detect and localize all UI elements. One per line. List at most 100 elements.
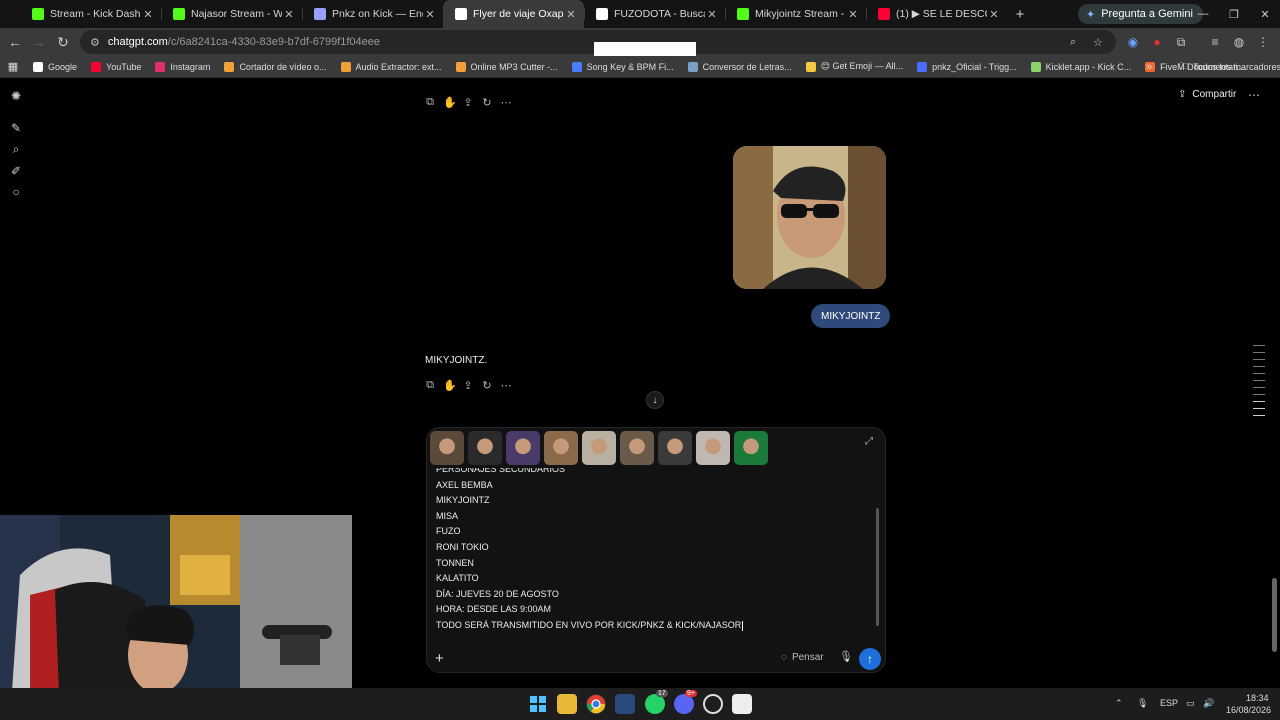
attachment-thumbnail[interactable] [734, 431, 768, 465]
new-chat-icon[interactable]: ✎ [9, 121, 23, 135]
apps-grid-icon[interactable]: ▦ [0, 60, 26, 73]
attachment-thumbnail[interactable] [544, 431, 578, 465]
uploaded-photo[interactable] [733, 146, 886, 289]
minimap-tick[interactable] [1253, 380, 1265, 381]
browser-tab[interactable]: Pnkz on Kick — Engageme✕ [302, 0, 443, 28]
bookmark-item[interactable]: YouTube [84, 61, 148, 72]
send-button[interactable]: ↑ [859, 648, 881, 670]
windows-start-icon[interactable] [528, 694, 548, 714]
bookmark-item[interactable]: Google [26, 61, 84, 72]
minimap-tick[interactable] [1253, 401, 1265, 402]
expand-composer-icon[interactable]: ⤢ [865, 436, 873, 447]
feedback-icon[interactable]: ✋ [443, 379, 457, 392]
attachment-thumbnail[interactable] [582, 431, 616, 465]
close-tab-icon[interactable]: ✕ [705, 8, 719, 21]
minimap-tick[interactable] [1253, 345, 1265, 346]
microphone-icon[interactable]: 🎙 [839, 650, 853, 663]
bookmark-item[interactable]: Online MP3 Cutter -... [449, 61, 565, 72]
browser-tab[interactable]: Najasor Stream - Watch Li✕ [161, 0, 302, 28]
attachment-thumbnail[interactable] [430, 431, 464, 465]
share-message-icon[interactable]: ⇪ [462, 96, 474, 109]
network-icon[interactable]: ▭ [1186, 698, 1195, 709]
reload-button[interactable]: ↻ [51, 30, 75, 54]
forward-button[interactable]: → [27, 30, 51, 54]
more-options-icon[interactable]: ⋯ [500, 379, 512, 392]
steam-icon[interactable] [615, 694, 635, 714]
attachment-thumbnail[interactable] [620, 431, 654, 465]
bookmark-item[interactable]: Kicklet.app - Kick C... [1024, 61, 1139, 72]
minimap-tick[interactable] [1253, 373, 1265, 374]
bookmark-item[interactable]: pnkz_Oficial - Trigg... [910, 61, 1024, 72]
site-info-icon[interactable]: ⚙ [90, 36, 100, 49]
extension-icon[interactable]: ● [1146, 30, 1168, 54]
minimap-tick[interactable] [1253, 394, 1265, 395]
bookmark-item[interactable]: Cortador de vídeo o... [217, 61, 333, 72]
discord-icon[interactable]: 9+ [674, 690, 697, 714]
share-button[interactable]: ⇪ Compartir [1178, 89, 1236, 100]
bookmark-item[interactable]: Song Key & BPM Fi... [565, 61, 681, 72]
minimap-tick[interactable] [1253, 366, 1265, 367]
microphone-tray-icon[interactable]: 🎙 [1137, 698, 1148, 709]
browser-tab[interactable]: (1) ▶ SE LE DESCONECTA✕ [866, 0, 1007, 28]
copy-icon[interactable]: ⧉ [424, 379, 436, 392]
all-bookmarks-folder[interactable]: 🗀 Todos los marcadores [1172, 59, 1280, 75]
attachment-thumbnail[interactable] [658, 431, 692, 465]
whatsapp-icon[interactable]: 17 [645, 690, 668, 714]
prompt-textarea[interactable]: PERSONAJES SECUNDARIOS AXEL BEMBA MIKYJOIN… [436, 468, 876, 640]
browser-tab[interactable]: Flyer de viaje Oxapampa✕ [443, 0, 584, 28]
chrome-icon[interactable] [586, 694, 606, 714]
browser-tab[interactable]: Stream - Kick Dashboard✕ [20, 0, 161, 28]
browser-menu-icon[interactable]: ⋮ [1252, 30, 1274, 54]
close-tab-icon[interactable]: ✕ [564, 8, 578, 21]
composer-scrollbar[interactable] [876, 508, 879, 626]
volume-icon[interactable]: 🔊 [1203, 698, 1214, 709]
library-icon[interactable]: ✐ [9, 164, 23, 178]
attachment-thumbnail[interactable] [468, 431, 502, 465]
page-scrollbar[interactable] [1272, 578, 1277, 652]
bookmark-star-icon[interactable]: ☆ [1093, 36, 1103, 49]
close-tab-icon[interactable]: ✕ [282, 8, 296, 21]
minimap-tick[interactable] [1253, 415, 1265, 416]
clock-time[interactable]: 18:34 [1246, 693, 1269, 703]
conversation-minimap[interactable] [1253, 345, 1265, 422]
close-tab-icon[interactable]: ✕ [987, 8, 1001, 21]
scroll-to-bottom-button[interactable]: ↓ [646, 391, 664, 409]
close-tab-icon[interactable]: ✕ [141, 8, 155, 21]
tray-overflow-icon[interactable]: ⌃ [1115, 698, 1123, 709]
clock-date[interactable]: 16/08/2026 [1226, 705, 1271, 715]
language-indicator[interactable]: ESP [1160, 698, 1178, 708]
profile-avatar[interactable]: ◍ [1228, 30, 1250, 54]
attachment-thumbnail[interactable] [696, 431, 730, 465]
think-button[interactable]: ◌ Pensar [781, 652, 824, 663]
conversation-options-icon[interactable]: ⋯ [1248, 88, 1260, 102]
minimap-tick[interactable] [1253, 408, 1265, 409]
obs-icon[interactable] [703, 694, 723, 714]
regenerate-icon[interactable]: ↻ [481, 96, 493, 109]
file-explorer-icon[interactable] [557, 694, 577, 714]
close-tab-icon[interactable]: ✕ [423, 8, 437, 21]
media-controls-icon[interactable]: ≡ [1204, 30, 1226, 54]
attachment-thumbnail[interactable] [506, 431, 540, 465]
circle-icon[interactable]: ○ [9, 185, 23, 199]
openai-logo-icon[interactable]: ✺ [9, 89, 23, 103]
close-tab-icon[interactable]: ✕ [846, 8, 860, 21]
copy-icon[interactable]: ⧉ [424, 96, 436, 109]
extension-icon[interactable]: ◉ [1122, 30, 1144, 54]
regenerate-icon[interactable]: ↻ [481, 379, 493, 392]
browser-tab[interactable]: Mikyjointz Stream - Watch✕ [725, 0, 866, 28]
bookmark-item[interactable]: 😊 Get Emoji — All... [799, 61, 910, 72]
new-tab-button[interactable]: + [1007, 6, 1033, 23]
maximize-button[interactable]: ❐ [1219, 0, 1249, 28]
share-message-icon[interactable]: ⇪ [462, 379, 474, 392]
app-icon[interactable] [732, 694, 752, 714]
bookmark-item[interactable]: Conversor de Letras... [681, 61, 799, 72]
more-options-icon[interactable]: ⋯ [500, 96, 512, 109]
more-bookmarks-icon[interactable]: » [1146, 61, 1152, 73]
bookmark-item[interactable]: Audio Extractor: ext... [334, 61, 449, 72]
minimap-tick[interactable] [1253, 359, 1265, 360]
browser-tab[interactable]: FUZODOTA - Buscar con G✕ [584, 0, 725, 28]
minimap-tick[interactable] [1253, 352, 1265, 353]
ask-gemini-button[interactable]: ✦ Pregunta a Gemini [1078, 4, 1203, 24]
close-window-button[interactable]: ✕ [1250, 0, 1280, 28]
zoom-icon[interactable]: ⌕ [1070, 36, 1076, 49]
